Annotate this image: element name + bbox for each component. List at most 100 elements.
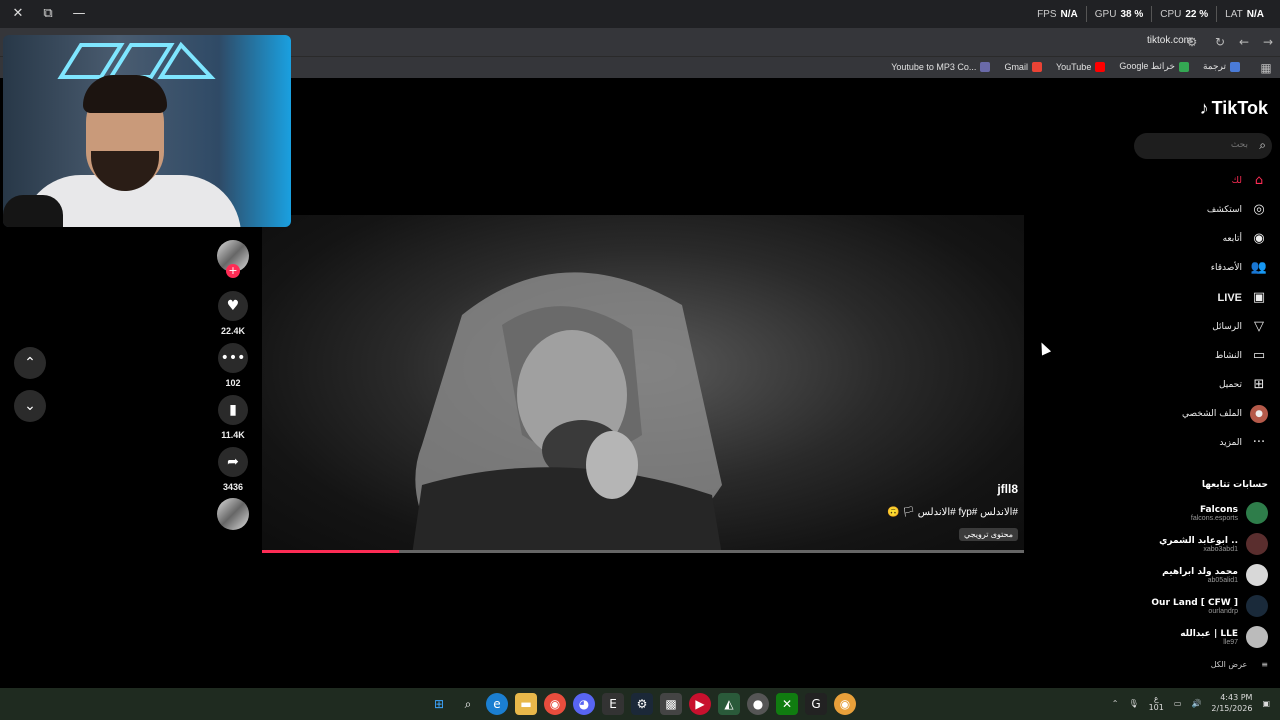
xbox-icon[interactable]: ✕: [776, 693, 798, 715]
nav-friends[interactable]: الأصدقاء 👥: [1211, 259, 1268, 277]
bookmark-icon: ▮: [218, 395, 248, 425]
following-accounts-title: حسابات تتابعها: [1201, 480, 1268, 490]
tray-expand-icon[interactable]: ⌃: [1112, 699, 1119, 708]
comment-count: 102: [225, 378, 241, 388]
translate-icon: [1230, 61, 1240, 72]
youtube-icon: [1095, 61, 1106, 72]
clock[interactable]: 4:43 PM 2/15/2026: [1211, 692, 1252, 714]
account-avatar: [1246, 533, 1268, 555]
account-item[interactable]: ابوعابد الشمري .. xabo3abd1: [1159, 533, 1268, 555]
streamer-hair: [83, 75, 167, 113]
like-button[interactable]: ♥ 22.4K: [216, 291, 250, 336]
notification-icon[interactable]: ▣: [1262, 699, 1270, 708]
steam-icon[interactable]: ⚙: [631, 693, 653, 715]
browser-titlebar: ✕ ⧉ — FPS N/A GPU 38 % CPU 22 % LAT N/A: [0, 0, 1280, 28]
perf-cpu: CPU 22 %: [1151, 6, 1216, 22]
heart-icon: ♥: [218, 291, 248, 321]
webcam-overlay: [3, 35, 291, 227]
language-indicator[interactable]: ع 101: [1149, 694, 1164, 712]
save-button[interactable]: ▮ 11.4K: [216, 395, 250, 440]
creator-avatar-button[interactable]: +: [216, 240, 250, 278]
microphone-icon[interactable]: 🎙: [1128, 699, 1138, 708]
like-count: 22.4K: [220, 326, 246, 336]
video-player[interactable]: jfll8 #الاندلس #fyp #الاندلس 🏳 🙃 محتوى ت…: [262, 215, 1024, 553]
next-video-button[interactable]: ⌄: [14, 390, 46, 422]
account-avatar: [1246, 502, 1268, 524]
g-hub-icon[interactable]: G: [805, 693, 827, 715]
following-icon: ◉: [1253, 231, 1265, 246]
previous-video-button[interactable]: ⌃: [14, 347, 46, 379]
account-item[interactable]: Our Land [ CFW ] ourlandrp: [1151, 595, 1268, 617]
network-icon[interactable]: ▭: [1174, 699, 1182, 708]
video-progress-bar[interactable]: [262, 550, 1024, 553]
gmail-icon: [1031, 61, 1042, 72]
tiktok-logo[interactable]: ♪ TikTok: [1200, 98, 1268, 119]
activity-icon: ▭: [1252, 348, 1266, 363]
edge-icon[interactable]: e: [486, 693, 508, 715]
tiktok-sidebar: ♪TikTok ⌕ لك⌂ استكشف◎ أتابعه◉ الأصدقاء👥 …: [1132, 80, 1280, 688]
video-frame-image: [412, 272, 722, 553]
epic-games-icon[interactable]: E: [602, 693, 624, 715]
restore-icon[interactable]: ⧉: [36, 4, 60, 24]
media-app-icon[interactable]: ▶: [689, 693, 711, 715]
account-item[interactable]: محمد ولد ابراهيم ab05alid1: [1162, 564, 1268, 586]
bookmark-youtube[interactable]: YouTube: [1056, 61, 1106, 72]
file-explorer-icon[interactable]: ▬: [515, 693, 537, 715]
home-icon: ⌂: [1254, 173, 1264, 188]
vpn-icon[interactable]: ◭: [718, 693, 740, 715]
bookmark-gmail[interactable]: Gmail: [1004, 61, 1042, 72]
obs-icon[interactable]: ●: [747, 693, 769, 715]
upload-icon: ⊞: [1253, 377, 1265, 392]
nav-profile[interactable]: الملف الشخصي ●: [1182, 405, 1268, 423]
mp3-icon: [980, 61, 991, 72]
bookmark-translate[interactable]: ترجمة: [1203, 61, 1240, 72]
comment-button[interactable]: ••• 102: [216, 343, 250, 388]
tiktok-note-icon: ♪: [1199, 98, 1209, 118]
live-icon: ▣: [1252, 290, 1266, 305]
nav-upload[interactable]: تحميل ⊞: [1219, 376, 1268, 394]
chevron-up-icon: ⌃: [24, 355, 36, 371]
minimize-icon[interactable]: —: [67, 4, 91, 24]
account-item[interactable]: عبدالله | LLE lle97: [1180, 626, 1268, 648]
apps-grid-icon[interactable]: ▦: [1258, 60, 1274, 76]
reload-icon[interactable]: ↻: [1212, 34, 1228, 50]
app-icon[interactable]: ▩: [660, 693, 682, 715]
chrome-icon[interactable]: ◉: [544, 693, 566, 715]
search-input[interactable]: [1148, 140, 1248, 150]
microphone: [3, 195, 63, 227]
nav-more[interactable]: المزيد ···: [1219, 434, 1268, 452]
forward-icon[interactable]: →: [1260, 34, 1276, 50]
volume-icon[interactable]: 🔊: [1191, 699, 1201, 708]
search-taskbar-icon[interactable]: ⌕: [457, 693, 479, 715]
nav-following[interactable]: أتابعه ◉: [1223, 230, 1268, 248]
sound-disc-button[interactable]: [216, 498, 250, 530]
more-icon: ···: [1252, 435, 1266, 450]
nav-messages[interactable]: الرسائل ▽: [1212, 318, 1268, 336]
search-icon[interactable]: ⌕: [1259, 138, 1266, 153]
chrome-active-icon[interactable]: ◉: [834, 693, 856, 715]
video-author[interactable]: jfll8: [997, 482, 1018, 496]
back-icon[interactable]: ←: [1236, 34, 1252, 50]
share-button[interactable]: ➦ 3436: [216, 447, 250, 492]
account-item[interactable]: Falcons falcons.esports: [1191, 502, 1268, 524]
perf-lat: LAT N/A: [1216, 6, 1272, 22]
account-avatar: [1246, 595, 1268, 617]
account-avatar: [1246, 626, 1268, 648]
profile-icon: ●: [1250, 405, 1268, 423]
bookmark-yt-mp3[interactable]: Youtube to MP3 Co...: [891, 61, 991, 72]
nav-live[interactable]: LIVE ▣: [1218, 289, 1268, 307]
nav-explore[interactable]: استكشف ◎: [1207, 201, 1268, 219]
follow-plus-icon[interactable]: +: [226, 264, 240, 278]
search-box[interactable]: ⌕: [1134, 133, 1272, 159]
nav-activity[interactable]: النشاط ▭: [1215, 347, 1268, 365]
see-all-link[interactable]: عرض الكل ≡: [1211, 660, 1268, 669]
close-icon[interactable]: ✕: [6, 4, 30, 24]
discord-icon[interactable]: ◕: [573, 693, 595, 715]
share-icon: ➦: [218, 447, 248, 477]
nav-for-you[interactable]: لك ⌂: [1232, 172, 1268, 190]
perf-fps: FPS N/A: [1037, 8, 1078, 20]
bookmark-maps[interactable]: Google خرائط: [1119, 61, 1189, 72]
site-settings-icon[interactable]: ⚙: [1184, 34, 1200, 50]
messages-icon: ▽: [1254, 319, 1264, 334]
start-icon[interactable]: ⊞: [428, 693, 450, 715]
